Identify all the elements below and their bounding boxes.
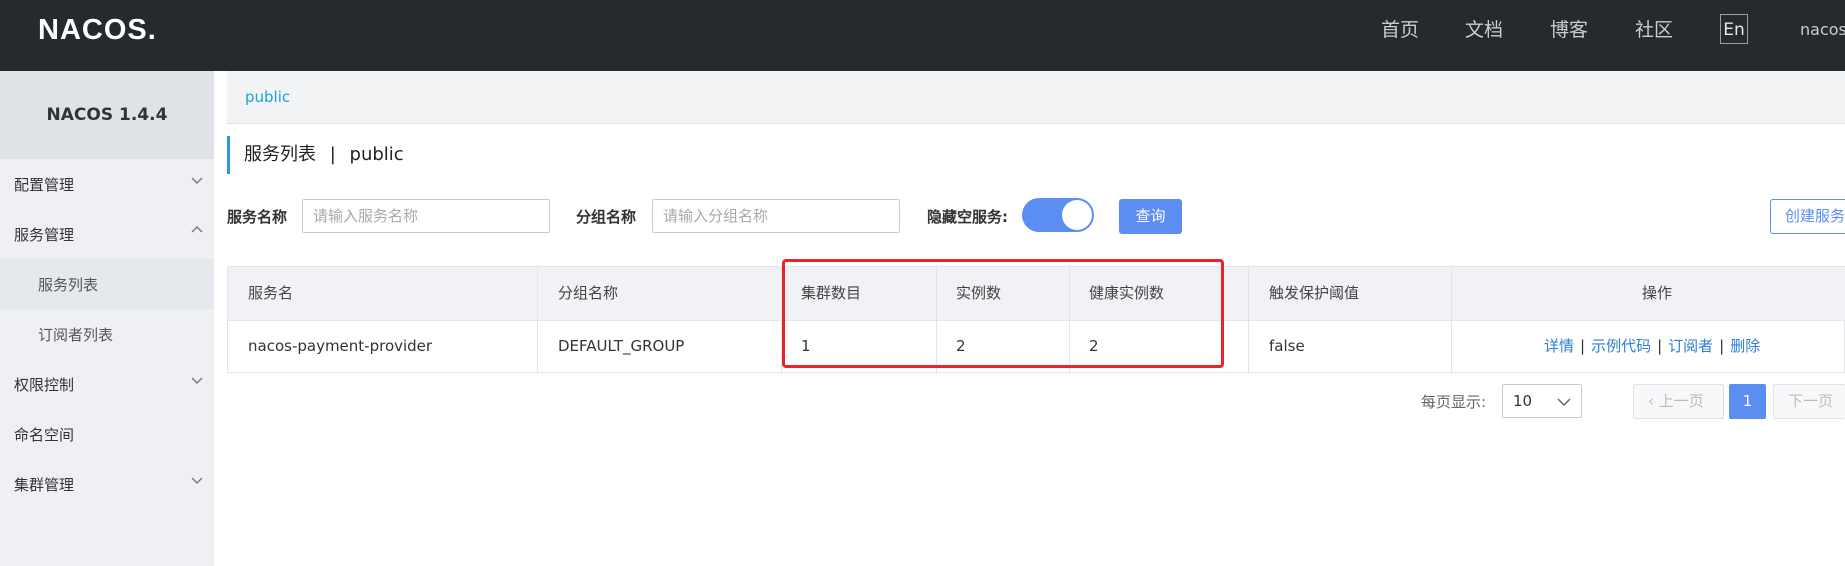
column-header-group: 分组名称	[558, 284, 619, 302]
page-size-value: 10	[1513, 392, 1533, 410]
chevron-down-icon	[191, 377, 203, 384]
sidebar-item-label: 订阅者列表	[38, 326, 114, 344]
chevron-down-icon	[191, 477, 203, 484]
sidebar-item-subscriber-list[interactable]: 订阅者列表	[0, 309, 214, 359]
service-name-label: 服务名称	[227, 208, 288, 226]
chevron-down-icon	[1557, 398, 1571, 406]
chevron-up-icon	[191, 226, 203, 233]
hide-empty-services-toggle[interactable]	[1022, 198, 1094, 232]
op-separator: |	[1719, 337, 1725, 355]
column-header-operations: 操作	[1642, 284, 1673, 302]
nav-docs[interactable]: 文档	[1465, 18, 1503, 42]
column-header-protect-threshold: 触发保护阈值	[1269, 284, 1360, 302]
subscribers-link[interactable]: 订阅者	[1668, 337, 1713, 355]
nav-home[interactable]: 首页	[1381, 18, 1419, 42]
delete-link[interactable]: 删除	[1730, 337, 1760, 355]
page-1-button[interactable]: 1	[1729, 384, 1766, 419]
sidebar-item-namespace[interactable]: 命名空间	[0, 409, 214, 459]
group-name-label: 分组名称	[576, 208, 637, 226]
cell-operations: 详情 | 示例代码 | 订阅者 | 删除	[1544, 320, 1760, 373]
sidebar-item-service-list[interactable]: 服务列表	[0, 259, 214, 309]
query-button[interactable]: 查询	[1119, 199, 1182, 234]
page-title-separator: |	[329, 144, 336, 165]
page-title-namespace: public	[349, 144, 404, 165]
nacos-logo[interactable]: NACOS.	[38, 12, 157, 48]
sidebar-item-label: 权限控制	[14, 376, 75, 394]
cell-service-name: nacos-payment-provider	[248, 337, 433, 355]
highlight-annotation-box	[782, 259, 1224, 368]
prev-page-label: 上一页	[1658, 392, 1704, 410]
next-page-label: 下一页	[1788, 392, 1834, 410]
per-page-label: 每页显示:	[1421, 393, 1487, 411]
service-name-input[interactable]	[302, 199, 550, 233]
cell-protect-threshold: false	[1269, 337, 1305, 355]
sidebar-item-label: 服务列表	[38, 276, 99, 294]
nav-blog[interactable]: 博客	[1550, 18, 1588, 42]
create-service-button[interactable]: 创建服务	[1770, 199, 1845, 234]
prev-page-button[interactable]: ‹ 上一页	[1633, 384, 1724, 419]
page-title: 服务列表 | public	[227, 136, 404, 174]
sample-code-link[interactable]: 示例代码	[1591, 337, 1651, 355]
user-name[interactable]: nacos	[1800, 20, 1845, 39]
next-page-button[interactable]: 下一页	[1773, 384, 1845, 419]
group-name-input[interactable]	[652, 199, 900, 233]
hide-empty-services-label: 隐藏空服务:	[927, 208, 1008, 226]
sidebar-item-service-management[interactable]: 服务管理	[0, 209, 214, 259]
toggle-knob	[1062, 200, 1092, 230]
chevron-down-icon	[191, 177, 203, 184]
sidebar-item-label: 服务管理	[14, 226, 75, 244]
sidebar-item-cluster-management[interactable]: 集群管理	[0, 459, 214, 509]
breadcrumb-namespace-public[interactable]: public	[245, 88, 290, 106]
page-size-select[interactable]: 10	[1502, 384, 1582, 418]
cell-group-name: DEFAULT_GROUP	[558, 337, 685, 355]
breadcrumb-bar: public	[227, 71, 1845, 124]
language-toggle-button[interactable]: En	[1720, 14, 1748, 44]
sidebar-item-config-management[interactable]: 配置管理	[0, 159, 214, 209]
op-separator: |	[1657, 337, 1663, 355]
sidebar-item-label: 命名空间	[14, 426, 75, 444]
op-separator: |	[1580, 337, 1586, 355]
top-bar: NACOS. 首页 文档 博客 社区 En nacos	[0, 0, 1845, 71]
column-header-service: 服务名	[248, 284, 294, 302]
sidebar-item-access-control[interactable]: 权限控制	[0, 359, 214, 409]
page-title-text: 服务列表	[244, 144, 316, 165]
sidebar-item-label: 配置管理	[14, 176, 75, 194]
sidebar-item-label: 集群管理	[14, 476, 75, 494]
chevron-left-icon: ‹	[1648, 392, 1654, 410]
details-link[interactable]: 详情	[1544, 337, 1574, 355]
nav-community[interactable]: 社区	[1635, 18, 1673, 42]
sidebar-title: NACOS 1.4.4	[0, 71, 214, 159]
sidebar: NACOS 1.4.4 配置管理 服务管理 服务列表 订阅者列表 权限控制 命名…	[0, 71, 214, 566]
